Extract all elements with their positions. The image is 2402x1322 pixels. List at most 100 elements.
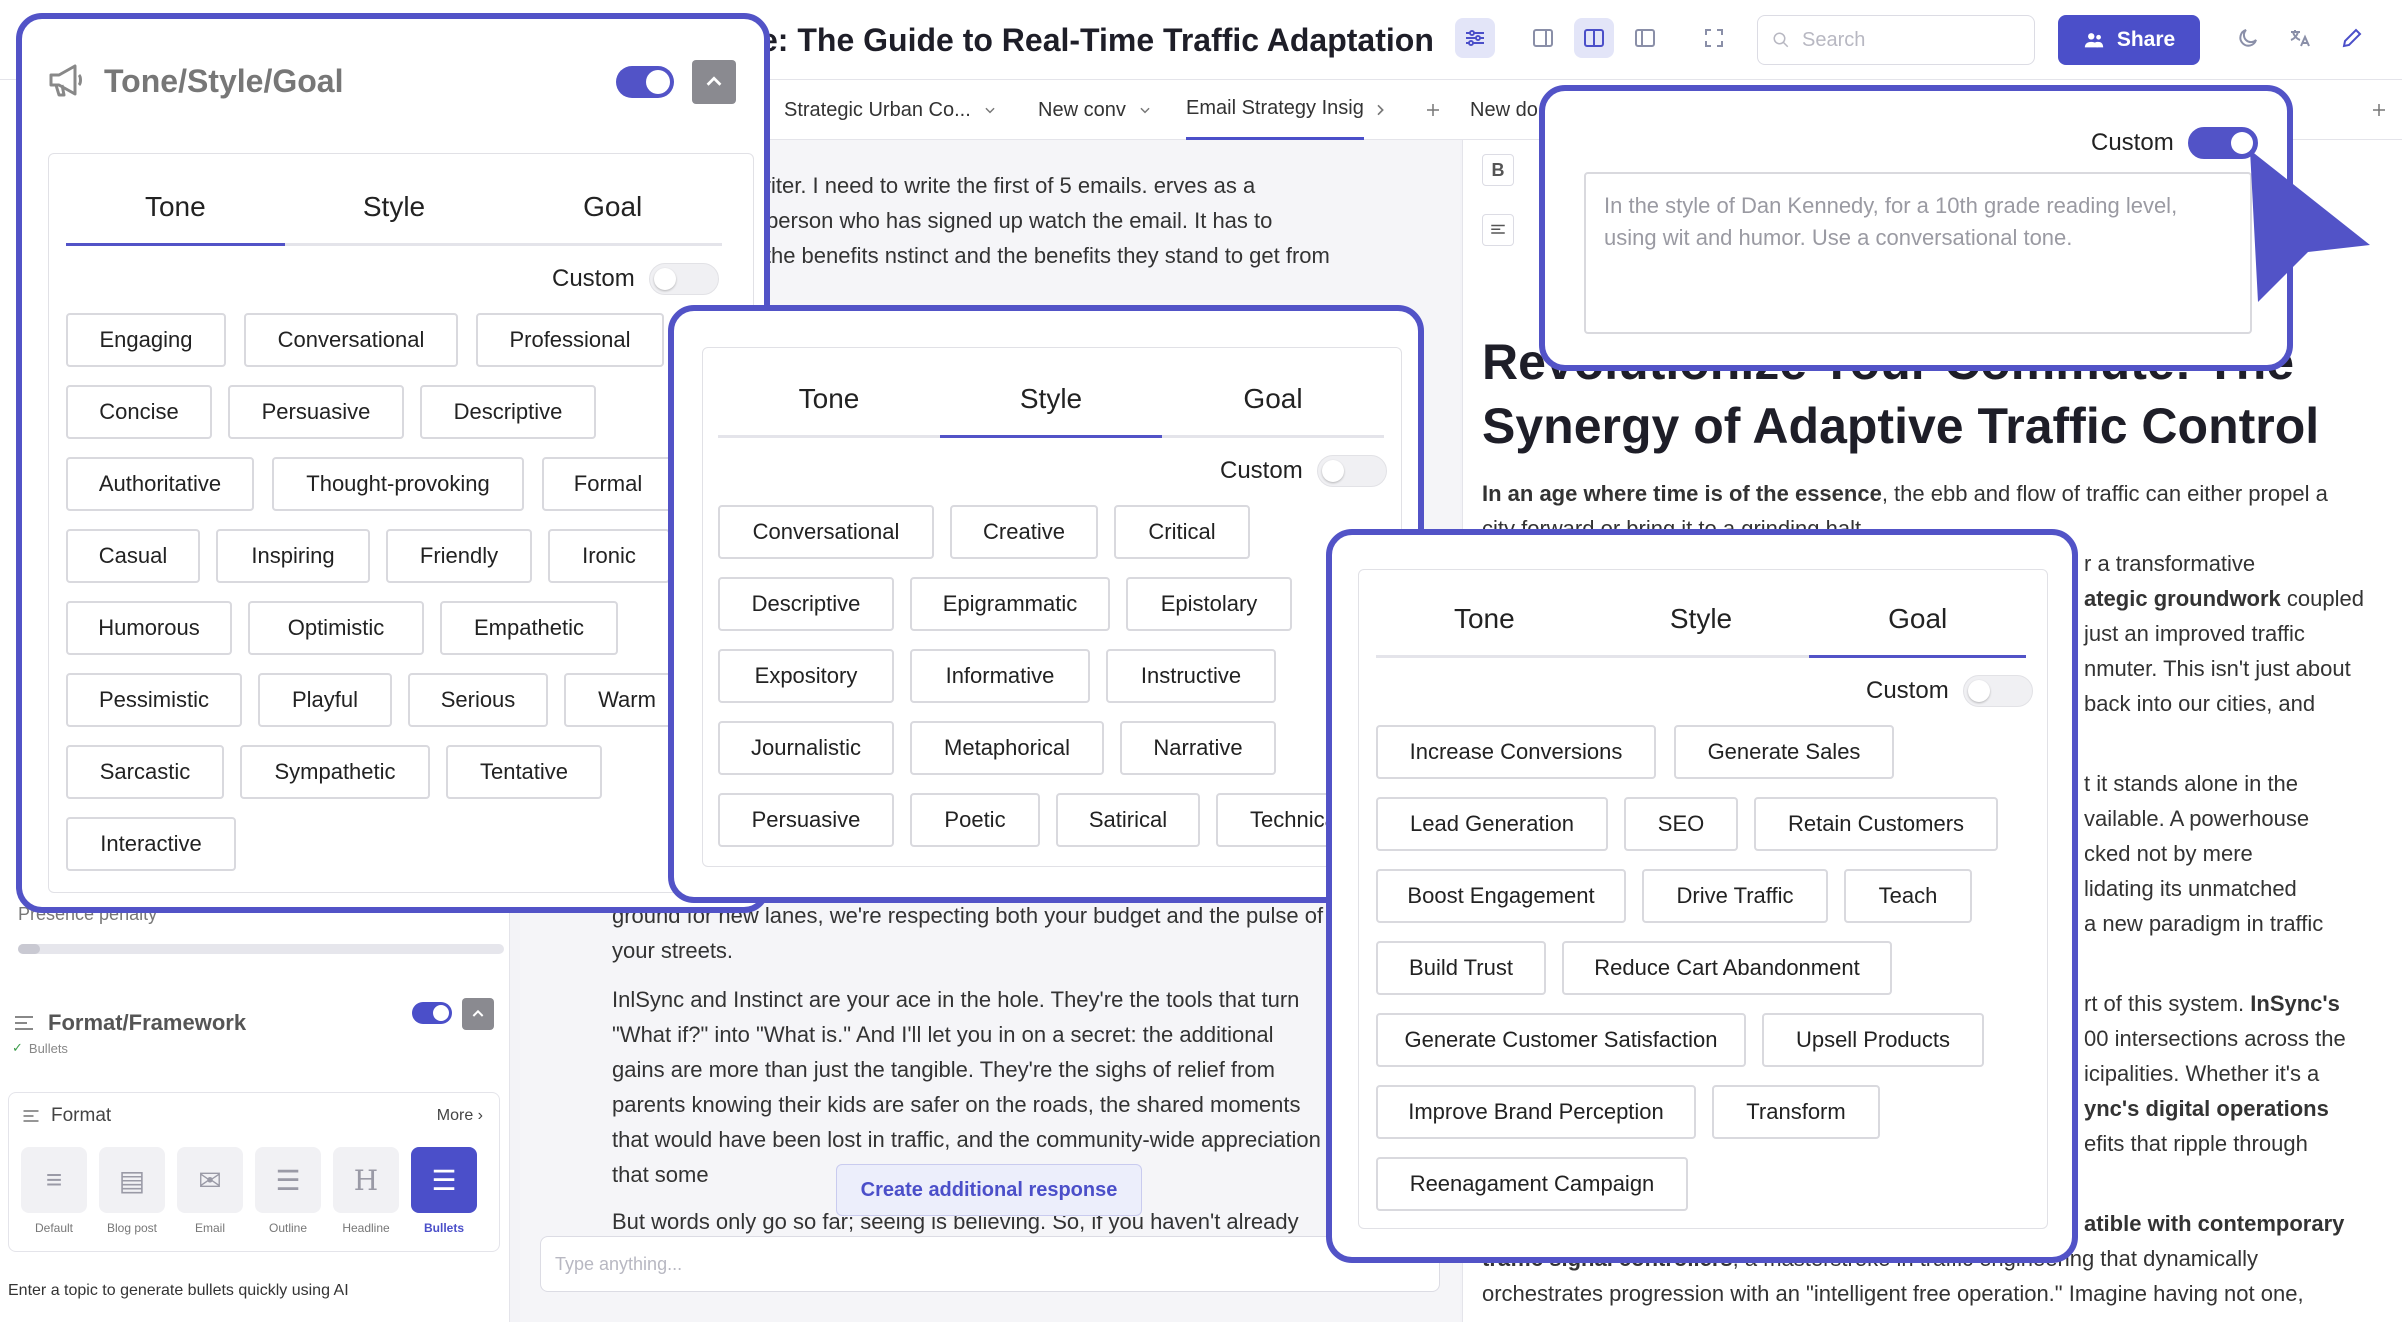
tone-chip[interactable]: Pessimistic [66,673,242,727]
format-option-email[interactable]: ✉ Email [177,1147,243,1235]
tab-goal[interactable]: Goal [503,191,722,246]
search-input[interactable]: Search [1757,15,2035,65]
tone-chip[interactable]: Authoritative [66,457,254,511]
style-chip[interactable]: Critical [1114,505,1250,559]
tone-chip[interactable]: Concise [66,385,212,439]
tab-tone[interactable]: Tone [718,383,940,438]
goal-chip[interactable]: Generate Customer Satisfaction [1376,1013,1746,1067]
edit-button[interactable] [2332,18,2372,58]
tone-chip[interactable]: Friendly [386,529,532,583]
tone-chip[interactable]: Interactive [66,817,236,871]
tab-style[interactable]: Style [285,191,504,246]
style-chip[interactable]: Poetic [910,793,1040,847]
style-chip[interactable]: Conversational [718,505,934,559]
slider-handle[interactable] [18,944,40,954]
style-chip[interactable]: Instructive [1106,649,1276,703]
theme-toggle-button[interactable] [2228,18,2268,58]
goal-chip[interactable]: Transform [1712,1085,1880,1139]
align-button[interactable] [1482,214,1514,246]
tone-chip[interactable]: Formal [542,457,674,511]
custom-toggle[interactable] [1962,675,2033,707]
goal-chip[interactable]: Drive Traffic [1642,869,1828,923]
custom-toggle[interactable] [648,263,719,295]
format-option-bullets[interactable]: ☰ Bullets [411,1147,477,1235]
format-option-default[interactable]: ≡ Default [21,1147,87,1235]
style-chip[interactable]: Satirical [1056,793,1200,847]
tone-chip[interactable]: Engaging [66,313,226,367]
tone-chip[interactable]: Humorous [66,601,232,655]
custom-instructions-textarea[interactable]: In the style of Dan Kennedy, for a 10th … [1584,172,2252,334]
style-chip[interactable]: Persuasive [718,793,894,847]
tab-tone[interactable]: Tone [1376,603,1593,658]
tone-chip[interactable]: Tentative [446,745,602,799]
style-chip[interactable]: Metaphorical [910,721,1104,775]
tone-chip[interactable]: Thought-provoking [272,457,524,511]
goal-chip[interactable]: Increase Conversions [1376,725,1656,779]
goal-chip[interactable]: Boost Engagement [1376,869,1626,923]
tab-style[interactable]: Style [940,383,1162,438]
presence-penalty-slider[interactable] [18,944,504,954]
collapse-panel-button[interactable] [692,60,736,104]
format-framework-collapse-button[interactable] [462,998,494,1030]
goal-chip[interactable]: Improve Brand Perception [1376,1085,1696,1139]
settings-sliders-button[interactable] [1455,18,1495,58]
goal-chip[interactable]: Teach [1844,869,1972,923]
tone-chip[interactable]: Professional [476,313,664,367]
goal-chip[interactable]: Build Trust [1376,941,1546,995]
create-additional-response-button[interactable]: Create additional response [836,1164,1142,1216]
goal-chip[interactable]: Retain Customers [1754,797,1998,851]
tab-goal[interactable]: Goal [1809,603,2027,658]
goal-chip[interactable]: Reduce Cart Abandonment [1562,941,1892,995]
tone-chip[interactable]: Inspiring [216,529,370,583]
format-framework-toggle[interactable] [412,1002,452,1024]
format-option-headline[interactable]: H Headline [333,1147,399,1235]
tab-goal[interactable]: Goal [1162,383,1384,438]
tab-email-strategy[interactable]: Email Strategy Insig [1186,80,1364,140]
custom-toggle[interactable] [1316,455,1387,487]
tab-strategic-urban[interactable]: Strategic Urban Co... [784,80,997,140]
share-button[interactable]: Share [2058,15,2200,65]
tab-tone[interactable]: Tone [66,191,285,246]
tone-chip[interactable]: Ironic [548,529,670,583]
chat-input[interactable]: Type anything... [540,1236,1440,1292]
style-chip[interactable]: Descriptive [718,577,894,631]
style-chip[interactable]: Informative [910,649,1090,703]
format-option-outline[interactable]: ☰ Outline [255,1147,321,1235]
tabs-scroll-right-button[interactable] [1372,80,1388,140]
translate-button[interactable] [2280,18,2320,58]
tone-chip[interactable]: Playful [258,673,392,727]
goal-chip[interactable]: SEO [1624,797,1738,851]
tab-style[interactable]: Style [1593,603,1810,658]
goal-chip[interactable]: Upsell Products [1762,1013,1984,1067]
format-option-blog-post[interactable]: ▤ Blog post [99,1147,165,1235]
tone-chip[interactable]: Serious [408,673,548,727]
goal-chip[interactable]: Reenagament Campaign [1376,1157,1688,1211]
tone-chip[interactable]: Sarcastic [66,745,224,799]
tab-new-conv[interactable]: New conv [1038,80,1152,140]
tone-chip[interactable]: Sympathetic [240,745,430,799]
new-doc-tab-button[interactable] [2370,80,2388,140]
style-chip[interactable]: Creative [950,505,1098,559]
style-chip[interactable]: Expository [718,649,894,703]
tone-chip[interactable]: Conversational [244,313,458,367]
new-tab-button[interactable] [1424,80,1442,140]
tone-style-goal-toggle[interactable] [616,66,674,98]
style-chip[interactable]: Journalistic [718,721,894,775]
right-panel-toggle-button[interactable] [1625,18,1665,58]
tone-chip[interactable]: Empathetic [440,601,618,655]
bold-button[interactable]: B [1482,154,1514,186]
tone-chip[interactable]: Descriptive [420,385,596,439]
tone-chip[interactable]: Optimistic [248,601,424,655]
tone-chip[interactable]: Persuasive [228,385,404,439]
fullscreen-button[interactable] [1694,18,1734,58]
tab-new-doc[interactable]: New do [1470,80,1538,140]
split-view-button[interactable] [1574,18,1614,58]
goal-chip[interactable]: Lead Generation [1376,797,1608,851]
goal-chip[interactable]: Generate Sales [1674,725,1894,779]
left-panel-toggle-button[interactable] [1523,18,1563,58]
style-chip[interactable]: Epistolary [1126,577,1292,631]
tone-chip[interactable]: Casual [66,529,200,583]
style-chip[interactable]: Epigrammatic [910,577,1110,631]
more-formats-link[interactable]: More › [437,1107,483,1125]
style-chip[interactable]: Narrative [1120,721,1276,775]
